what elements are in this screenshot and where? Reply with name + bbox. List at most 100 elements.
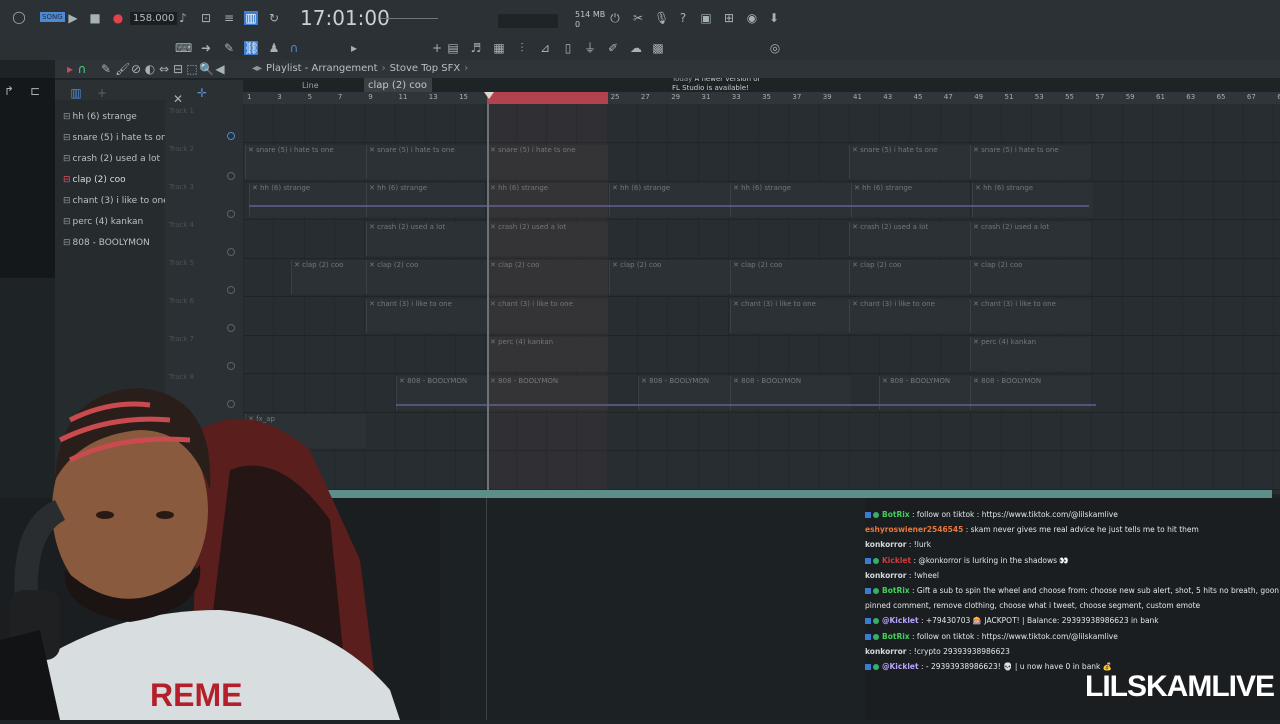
pattern-clip[interactable]: ✕ hh (6) strange [851, 183, 970, 217]
pattern-clip[interactable]: ✕ hh (6) strange [609, 183, 730, 217]
stop-icon[interactable]: ■ [88, 11, 102, 25]
chat-username[interactable]: eshyroswiener2546545 [865, 525, 963, 534]
chat-username[interactable]: BotRix [882, 632, 910, 641]
save-icon[interactable]: ▣ [699, 11, 713, 25]
pattern-clip[interactable]: ✕ chant (3) i like to one [849, 298, 970, 333]
track-active-dot[interactable] [227, 172, 235, 180]
pattern-clip[interactable]: ✕ perc (4) kankan [970, 337, 1091, 371]
piano-roll-icon[interactable]: ♬ [469, 41, 483, 55]
scissors-icon[interactable]: ✂ [631, 11, 645, 25]
play-icon[interactable]: ▶ [66, 11, 80, 25]
pattern-clip[interactable]: ✕ clap (2) coo [291, 260, 367, 294]
picker-item[interactable]: ⊟ chant (3) i like to one [63, 196, 169, 206]
keyboard-icon[interactable]: ⌨ [175, 41, 192, 55]
picker-item[interactable]: ⊟ crash (2) used a lot [63, 154, 160, 164]
slice-tool-icon[interactable]: ⊟ [171, 62, 185, 76]
zoom-plus-icon[interactable]: ✛ [195, 86, 209, 100]
chat-username[interactable]: @Kicklet [882, 662, 919, 671]
track-active-dot[interactable] [227, 210, 235, 218]
channel-rack-icon[interactable]: ▦ [492, 41, 506, 55]
pattern-clip[interactable]: ✕ snare (5) i hate ts one [366, 144, 487, 179]
track-name[interactable]: Track 2 [169, 145, 194, 153]
track-active-dot[interactable] [227, 248, 235, 256]
playback-tool-icon[interactable]: ◀ [213, 62, 227, 76]
plus-icon[interactable]: + [430, 41, 444, 55]
pattern-clip[interactable]: ✕ crash (2) used a lot [366, 221, 487, 256]
track-name[interactable]: Track 4 [169, 221, 194, 229]
track-name[interactable]: Track 1 [169, 107, 194, 115]
cpu-dial-icon[interactable]: ◯ [12, 10, 26, 24]
arrangement-name[interactable]: Stove Top SFX [390, 63, 461, 74]
news-icon[interactable]: ▩ [651, 41, 665, 55]
pattern-clip[interactable]: ✕ hh (6) strange [249, 183, 366, 217]
track-name[interactable]: Track 5 [169, 259, 194, 267]
countdown-icon[interactable]: ≡ [222, 11, 236, 25]
zoom-tool-icon[interactable]: 🔍 [199, 62, 214, 76]
stamp-icon[interactable]: ♟ [267, 41, 281, 55]
files-icon[interactable]: ▯ [561, 41, 575, 55]
pattern-clip[interactable]: ✕ snare (5) i hate ts one [245, 144, 366, 179]
picker-item-selected[interactable]: ⊟ clap (2) coo [63, 175, 126, 185]
pattern-clip[interactable]: ✕ chant (3) i like to one [366, 298, 487, 333]
chat-username[interactable]: konkorror [865, 647, 906, 656]
chat-icon[interactable]: ◉ [745, 11, 759, 25]
pattern-clip[interactable]: ✕ clap (2) coo [366, 260, 487, 294]
download-icon[interactable]: ⬇ [767, 11, 781, 25]
arrow-selector-icon[interactable]: ◂▸ [252, 63, 262, 74]
picker-item[interactable]: ⊟ perc (4) kankan [63, 217, 143, 227]
track-name[interactable]: Track 3 [169, 183, 194, 191]
pattern-clip[interactable]: ✕ chant (3) i like to one [970, 298, 1091, 333]
track-name[interactable]: Track 6 [169, 297, 194, 305]
track-name[interactable]: Track 7 [169, 335, 194, 343]
paint-tool-icon[interactable]: 🖌 [115, 62, 130, 76]
globe-icon[interactable]: ◎ [768, 41, 782, 55]
playhead[interactable] [487, 104, 489, 494]
pattern-clip[interactable]: ✕ clap (2) coo [970, 260, 1091, 294]
loop-selection[interactable] [487, 92, 608, 104]
delete-tool-icon[interactable]: ⊘ [129, 62, 143, 76]
magnet-icon[interactable]: ∩ [287, 41, 301, 55]
loop-record-icon[interactable]: ↻ [267, 11, 281, 25]
help-icon[interactable]: ? [676, 11, 690, 25]
track-active-dot[interactable] [227, 132, 235, 140]
chat-username[interactable]: BotRix [882, 586, 910, 595]
master-volume-slider[interactable] [380, 18, 438, 19]
pattern-clip[interactable]: ✕ hh (6) strange [972, 183, 1093, 217]
timeline-ruler[interactable]: 1357911131517192123252729313335373941434… [243, 92, 1280, 104]
song-mode-toggle[interactable]: SONG [40, 12, 65, 22]
audio-settings-icon[interactable]: ⏻ [608, 11, 622, 25]
record-icon[interactable]: ● [111, 11, 125, 25]
browser-arrow-icon[interactable]: ↱ [2, 84, 16, 98]
chat-username[interactable]: BotRix [882, 510, 910, 519]
microphone-icon[interactable]: 🎙 [654, 11, 669, 25]
pattern-clip[interactable]: ✕ hh (6) strange [730, 183, 851, 217]
picker-item[interactable]: ⊟ hh (6) strange [63, 112, 137, 122]
pattern-clip[interactable]: ✕ clap (2) coo [730, 260, 851, 294]
arrow-small-icon[interactable]: ▸ [347, 41, 361, 55]
plugin-icon[interactable]: ⊞ [722, 11, 736, 25]
select-tool-icon[interactable]: ⬚ [185, 62, 199, 76]
playhead-marker-icon[interactable] [484, 92, 494, 99]
pattern-clip[interactable]: ✕ clap (2) coo [609, 260, 730, 294]
pattern-clip[interactable]: ✕ chant (3) i like to one [730, 298, 851, 333]
metronome-icon[interactable]: ♪ [176, 11, 190, 25]
headphone-icon[interactable]: ∩ [75, 62, 89, 76]
pattern-clip[interactable]: ✕ snare (5) i hate ts one [970, 144, 1091, 179]
track-active-dot[interactable] [227, 324, 235, 332]
picker-icon[interactable]: ▥ [69, 86, 83, 100]
pattern-clip[interactable]: ✕ crash (2) used a lot [849, 221, 970, 256]
mixer-icon[interactable]: ⫶ [515, 41, 529, 55]
tree-icon[interactable]: ⊿ [538, 41, 552, 55]
tempo-display[interactable]: 158.000 [130, 12, 178, 25]
picker-item[interactable]: ⊟ snare (5) i hate ts one [63, 133, 172, 143]
chat-username[interactable]: Kicklet [882, 556, 911, 565]
pencil-icon[interactable]: ✎ [222, 41, 236, 55]
track-row[interactable] [243, 104, 1280, 143]
pattern-clip[interactable]: ✕ clap (2) coo [849, 260, 970, 294]
step-edit-icon[interactable]: ▥ [244, 11, 258, 25]
picker-item[interactable]: ⊟ 808 - BOOLYMON [63, 238, 150, 248]
pattern-clip[interactable]: ✕ hh (6) strange [366, 183, 485, 217]
chat-username[interactable]: @Kicklet [882, 616, 919, 625]
mute-tool-icon[interactable]: ◐ [143, 62, 157, 76]
wait-input-icon[interactable]: ⊡ [199, 11, 213, 25]
